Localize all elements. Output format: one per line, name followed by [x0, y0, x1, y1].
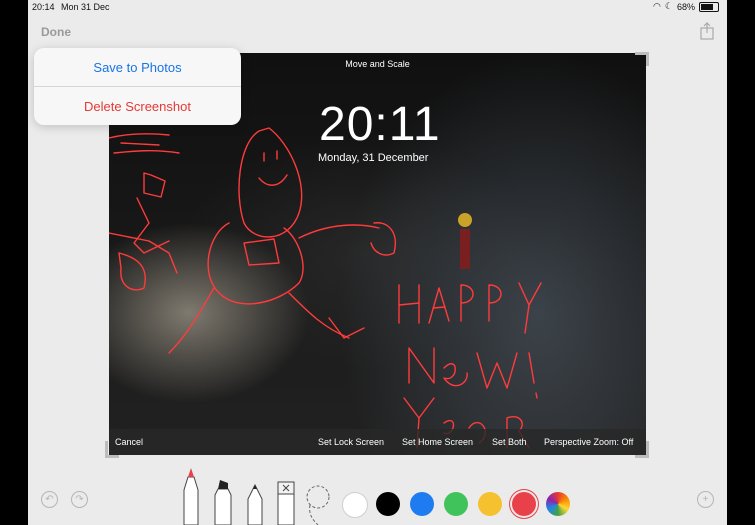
crop-handle-bottom-right[interactable] — [646, 441, 649, 455]
set-home-screen-button[interactable]: Set Home Screen — [402, 437, 473, 447]
save-popover: Save to Photos Delete Screenshot — [34, 48, 241, 125]
battery-icon — [699, 1, 719, 12]
wifi-icon: ◠ — [653, 1, 661, 11]
crop-handle-top-right-h[interactable] — [635, 52, 649, 55]
pen-icon[interactable] — [180, 465, 202, 525]
set-both-button[interactable]: Set Both — [492, 437, 527, 447]
save-to-photos-button[interactable]: Save to Photos — [34, 48, 241, 86]
color-yellow[interactable] — [478, 492, 502, 516]
share-icon[interactable] — [699, 22, 715, 40]
color-blue[interactable] — [410, 492, 434, 516]
color-white[interactable] — [342, 492, 368, 518]
markup-screen: 20:14 Mon 31 Dec ◠ ☾ 68% Done Save to Ph… — [28, 0, 727, 525]
color-picker-icon[interactable] — [546, 492, 570, 516]
marker-icon[interactable] — [212, 477, 234, 525]
eraser-icon[interactable] — [275, 479, 297, 525]
battery-percent: 68% — [676, 1, 695, 12]
add-icon[interactable]: + — [697, 491, 714, 508]
status-bar: 20:14 Mon 31 Dec ◠ ☾ 68% — [28, 0, 727, 14]
delete-screenshot-button[interactable]: Delete Screenshot — [34, 86, 241, 125]
done-button[interactable]: Done — [41, 25, 71, 39]
crop-handle-bottom-right-h[interactable] — [635, 455, 649, 458]
undo-icon[interactable]: ↶ — [41, 491, 58, 508]
lasso-icon[interactable] — [304, 483, 332, 525]
redo-icon[interactable]: ↷ — [71, 491, 88, 508]
crop-handle-bottom-left-h[interactable] — [105, 455, 119, 458]
perspective-zoom-button[interactable]: Perspective Zoom: Off — [544, 437, 633, 447]
pencil-icon[interactable] — [244, 483, 266, 525]
color-green[interactable] — [444, 492, 468, 516]
color-red-selected[interactable] — [512, 492, 536, 516]
cancel-button[interactable]: Cancel — [115, 437, 143, 447]
status-time: 20:14 — [32, 2, 55, 12]
crop-handle-bottom-left[interactable] — [105, 441, 108, 455]
status-date: Mon 31 Dec — [61, 2, 110, 12]
set-lock-screen-button[interactable]: Set Lock Screen — [318, 437, 384, 447]
moon-icon: ☾ — [664, 1, 673, 11]
color-black[interactable] — [376, 492, 400, 516]
wallpaper-action-bar: Cancel Set Lock Screen Set Home Screen S… — [109, 429, 646, 455]
markup-toolbar: ↶ ↷ + — [28, 460, 727, 525]
